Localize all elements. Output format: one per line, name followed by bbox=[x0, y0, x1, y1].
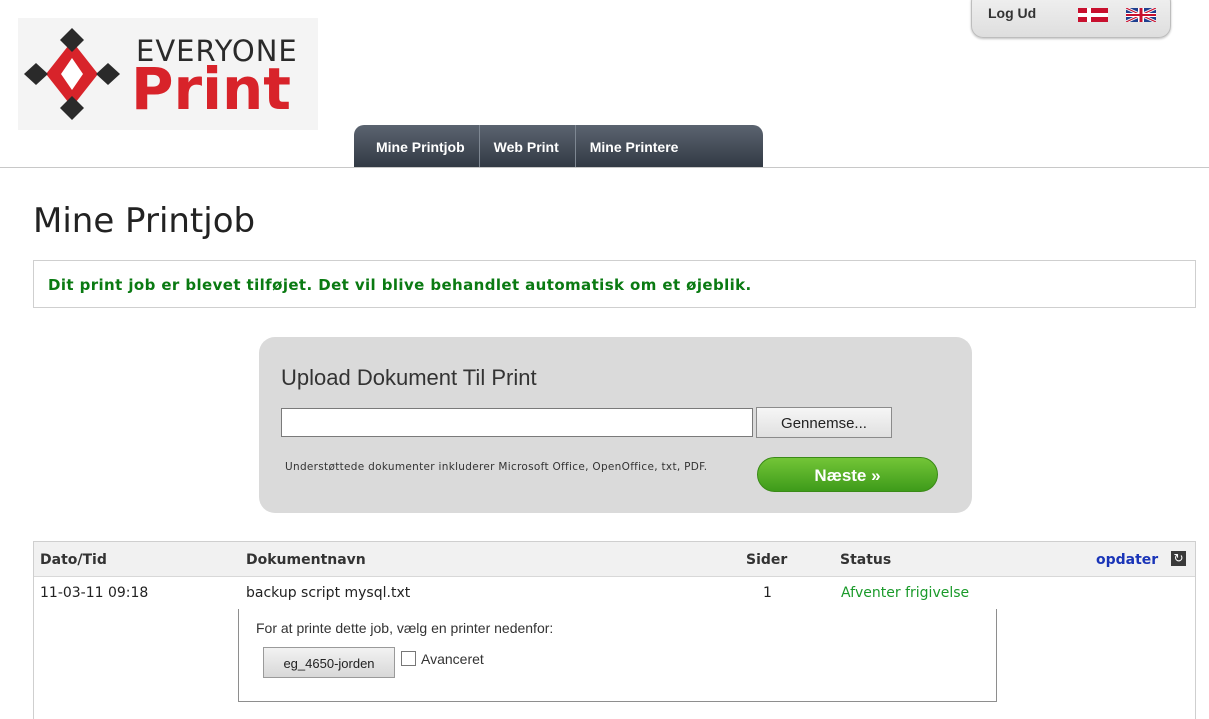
printer-selection-panel: For at printe dette job, vælg en printer… bbox=[238, 609, 997, 702]
column-header-status[interactable]: Status bbox=[840, 552, 891, 568]
column-header-pages[interactable]: Sider bbox=[746, 552, 787, 568]
tab-mine-printere[interactable]: Mine Printere bbox=[574, 125, 695, 167]
advanced-checkbox[interactable] bbox=[401, 651, 416, 666]
supported-formats-text: Understøttede dokumenter inkluderer Micr… bbox=[285, 461, 708, 473]
upload-panel: Upload Dokument Til Print Gennemse... Un… bbox=[259, 337, 972, 513]
tab-mine-printjob[interactable]: Mine Printjob bbox=[354, 125, 479, 167]
notice-text: Dit print job er blevet tilføjet. Det vi… bbox=[48, 276, 752, 294]
page-title: Mine Printjob bbox=[33, 201, 256, 241]
table-row[interactable]: 11-03-11 09:18 backup script mysql.txt 1… bbox=[34, 576, 1195, 606]
browse-button[interactable]: Gennemse... bbox=[756, 407, 892, 438]
column-header-date[interactable]: Dato/Tid bbox=[40, 552, 107, 568]
refresh-icon[interactable]: ↻ bbox=[1171, 551, 1186, 566]
danish-flag-icon[interactable] bbox=[1078, 8, 1108, 22]
advanced-label[interactable]: Avanceret bbox=[421, 651, 484, 667]
next-button[interactable]: Næste » bbox=[757, 457, 938, 492]
tab-web-print[interactable]: Web Print bbox=[478, 125, 575, 167]
print-jobs-table: Dato/Tid Dokumentnavn Sider Status opdat… bbox=[33, 541, 1196, 719]
upload-title: Upload Dokument Til Print bbox=[281, 365, 537, 390]
column-header-document[interactable]: Dokumentnavn bbox=[246, 552, 366, 568]
everyone-print-logo[interactable]: EVERYONE Print bbox=[18, 18, 318, 130]
cell-status: Afventer frigivelse bbox=[841, 585, 970, 601]
logout-link[interactable]: Log Ud bbox=[988, 5, 1036, 21]
printer-button[interactable]: eg_4650-jorden bbox=[263, 647, 395, 678]
logo-text-bottom: Print bbox=[131, 55, 292, 123]
file-path-input[interactable] bbox=[281, 408, 753, 437]
top-utility-bar: Log Ud bbox=[971, 0, 1171, 38]
logo-mark-icon bbox=[24, 28, 120, 120]
cell-pages: 1 bbox=[763, 585, 772, 601]
header: EVERYONE Print Log Ud Mine Printjob Web … bbox=[0, 0, 1209, 168]
main-nav: Mine Printjob Web Print Mine Printere bbox=[354, 125, 763, 167]
cell-date: 11-03-11 09:18 bbox=[40, 585, 149, 601]
refresh-link[interactable]: opdater bbox=[1096, 552, 1158, 568]
cell-document-name: backup script mysql.txt bbox=[246, 585, 411, 601]
printer-prompt: For at printe dette job, vælg en printer… bbox=[256, 620, 554, 636]
uk-flag-icon[interactable] bbox=[1126, 8, 1156, 22]
success-notice: Dit print job er blevet tilføjet. Det vi… bbox=[33, 260, 1196, 308]
table-header: Dato/Tid Dokumentnavn Sider Status opdat… bbox=[34, 542, 1195, 577]
